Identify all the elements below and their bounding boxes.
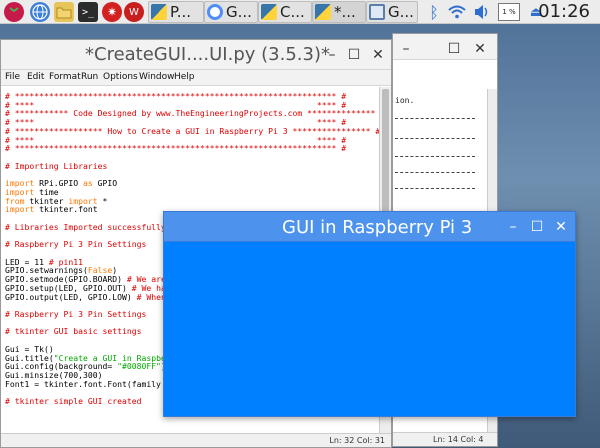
python-icon: [151, 4, 167, 20]
raspberry-menu-icon[interactable]: [4, 2, 24, 22]
shell-titlebar[interactable]: – ☐ ✕: [393, 34, 497, 60]
wolfram-icon[interactable]: W: [124, 2, 144, 22]
cpu-usage-indicator: 1 %: [498, 3, 520, 21]
code-token: # Importing Libraries: [5, 160, 108, 171]
cursor-position: Ln: 32 Col: 31: [329, 436, 385, 445]
close-icon[interactable]: ✕: [471, 40, 489, 58]
maximize-icon[interactable]: ☐: [528, 218, 546, 236]
separator-line: [395, 188, 475, 189]
terminal-icon[interactable]: >_: [78, 2, 98, 22]
taskbar-button-label: *...: [334, 3, 356, 21]
menu-file[interactable]: File: [5, 72, 20, 82]
window-icon: [369, 4, 385, 20]
taskbar-button-python-2[interactable]: C...: [258, 1, 312, 23]
code-line: # Raspberry Pi 3 Pin Settings: [5, 309, 146, 319]
separator-line: [395, 138, 475, 139]
chromium-icon: [207, 4, 223, 20]
taskbar-button-label: P...: [170, 3, 192, 21]
shell-status-bar: Ln: 14 Col: 4: [393, 432, 497, 446]
code-token: GPIO: [92, 178, 118, 189]
taskbar: >_ ✷ W P... G... C... *... G... ᛒ 1 % ⏏ …: [0, 0, 600, 24]
menu-edit[interactable]: Edit: [27, 72, 44, 82]
separator-line: [395, 172, 475, 173]
code-token: # Raspberry Pi 3 Pin Settings: [5, 309, 147, 319]
gui-canvas[interactable]: [164, 242, 575, 416]
taskbar-button-python[interactable]: P...: [148, 1, 204, 23]
code-token: tkinter.font: [34, 204, 98, 215]
taskbar-button-gui[interactable]: G...: [366, 1, 418, 23]
code-line: Font1 = tkinter.font.Font(family =: [5, 379, 171, 389]
menu-options[interactable]: Options: [103, 72, 138, 82]
taskbar-button-chromium[interactable]: G...: [204, 1, 258, 23]
volume-icon[interactable]: [472, 2, 492, 22]
taskbar-button-label: G...: [226, 3, 252, 21]
minimize-icon[interactable]: –: [504, 218, 522, 236]
close-icon[interactable]: ✕: [369, 46, 387, 64]
code-token: # tkinter GUI basic settings: [5, 326, 142, 337]
menu-format[interactable]: Format: [49, 72, 81, 82]
code-token: # tkinter simple GUI created: [5, 396, 142, 407]
code-token: Font1 = tkinter.font.Font(family =: [5, 378, 171, 389]
separator-line: [395, 118, 475, 119]
taskbar-button-python-3[interactable]: *...: [312, 1, 366, 23]
mathematica-icon[interactable]: ✷: [102, 2, 122, 22]
code-token: GPIO.output(LED, GPIO.LOW): [5, 291, 137, 302]
menu-window[interactable]: Window: [139, 72, 175, 82]
shell-text: ion.: [395, 96, 415, 105]
file-manager-icon[interactable]: [54, 2, 74, 22]
minimize-icon[interactable]: –: [323, 46, 341, 64]
menu-help[interactable]: Help: [174, 72, 195, 82]
code-token: as: [82, 178, 93, 189]
code-line: # Libraries Imported successfully: [5, 222, 166, 232]
code-line: # tkinter GUI basic settings: [5, 326, 141, 336]
python-icon: [261, 4, 277, 20]
close-icon[interactable]: ✕: [552, 218, 570, 236]
code-token: # Libraries Imported successfully: [5, 221, 166, 232]
wifi-icon[interactable]: [447, 2, 467, 22]
code-line: # Importing Libraries: [5, 161, 107, 171]
editor-title: *CreateGUI....UI.py (3.5.3)*: [85, 44, 330, 65]
code-token: import: [5, 204, 35, 215]
gui-title: GUI in Raspberry Pi 3: [282, 217, 473, 238]
code-token: # Raspberry Pi 3 Pin Settings: [5, 239, 147, 250]
taskbar-button-label: C...: [280, 3, 305, 21]
code-line: # tkinter simple GUI created: [5, 396, 141, 406]
bluetooth-icon[interactable]: ᛒ: [424, 2, 444, 22]
code-token: # When: [136, 291, 166, 302]
gui-titlebar[interactable]: GUI in Raspberry Pi 3 – ☐ ✕: [164, 212, 575, 242]
code-token: "#0080FF": [117, 361, 161, 372]
menu-bar: File Edit Format Run Options Window Help: [1, 70, 391, 86]
minimize-icon[interactable]: –: [397, 40, 415, 58]
code-line: import tkinter.font: [5, 204, 98, 214]
maximize-icon[interactable]: ☐: [345, 46, 363, 64]
menu-run[interactable]: Run: [81, 72, 98, 82]
tkinter-gui-window: GUI in Raspberry Pi 3 – ☐ ✕: [163, 211, 576, 417]
code-token: *: [97, 195, 108, 206]
code-line: # **************************************…: [5, 143, 346, 153]
maximize-icon[interactable]: ☐: [445, 40, 463, 58]
code-line: GPIO.output(LED, GPIO.LOW) # When: [5, 292, 166, 302]
editor-status-bar: Ln: 32 Col: 31: [1, 433, 391, 447]
code-token: # **************************************…: [5, 143, 347, 154]
separator-line: [395, 156, 475, 157]
web-browser-icon[interactable]: [30, 2, 50, 22]
taskbar-button-label: G...: [388, 3, 414, 21]
python-icon: [315, 4, 331, 20]
clock[interactable]: 01:26: [538, 0, 590, 24]
editor-titlebar[interactable]: *CreateGUI....UI.py (3.5.3)* – ☐ ✕: [1, 40, 391, 70]
code-line: # Raspberry Pi 3 Pin Settings: [5, 239, 146, 249]
